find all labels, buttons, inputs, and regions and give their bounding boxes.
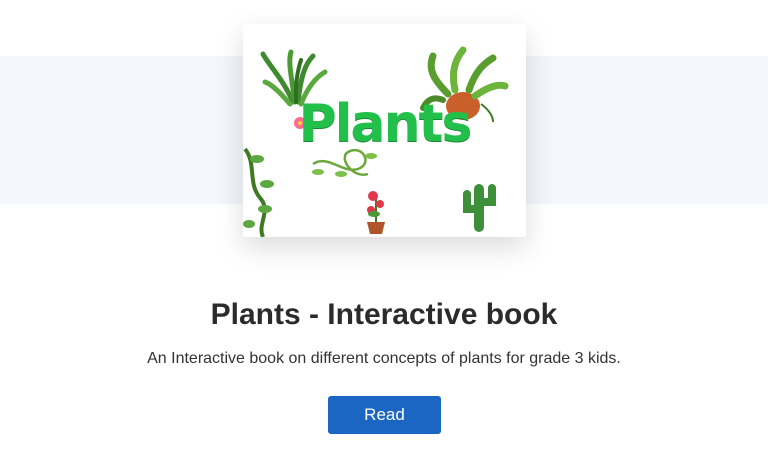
cactus-icon: [463, 184, 496, 232]
book-cover-image[interactable]: Plants: [243, 24, 526, 237]
book-title: Plants - Interactive book: [210, 298, 558, 331]
flower-pot-icon: [367, 191, 385, 234]
book-description: An Interactive book on different concept…: [147, 350, 621, 367]
cover-title: Plants: [298, 94, 473, 154]
curly-vine-icon: [312, 148, 377, 177]
vine-icon: [243, 147, 274, 237]
read-button[interactable]: Read: [328, 396, 441, 434]
